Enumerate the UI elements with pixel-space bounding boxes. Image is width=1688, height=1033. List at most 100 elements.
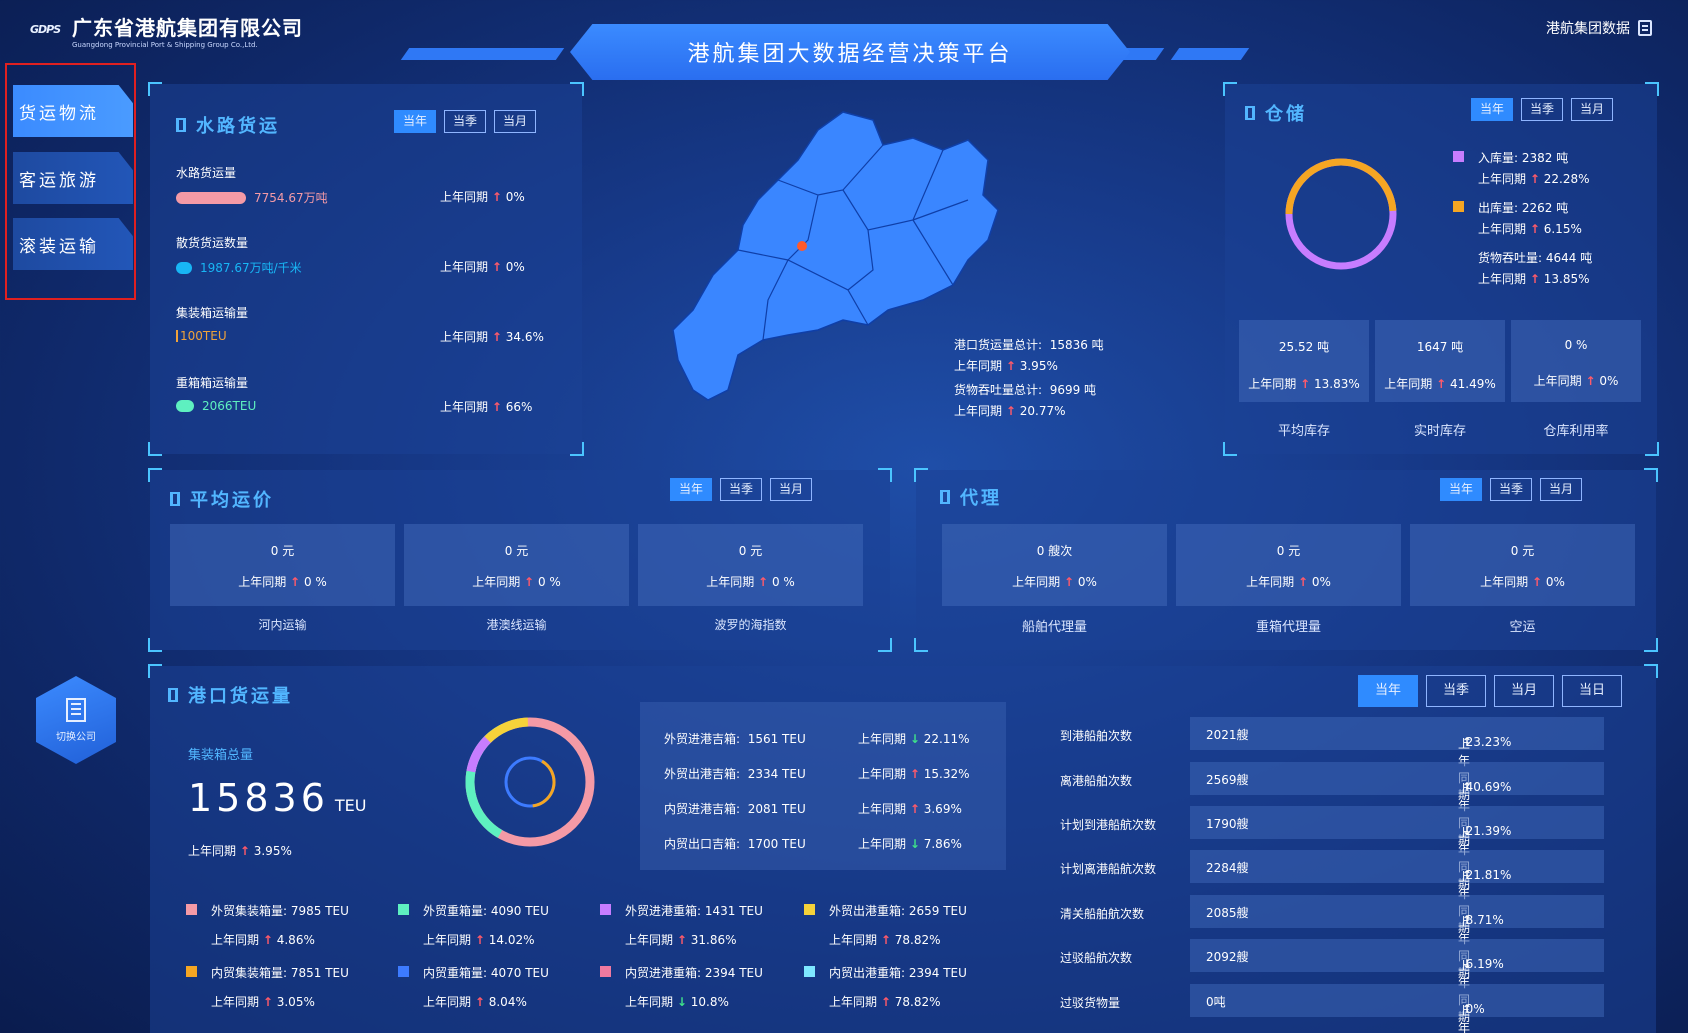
row-value: 7754.67万吨 <box>254 191 328 205</box>
nav-item-passenger[interactable]: 客运旅游 <box>13 152 133 204</box>
port-title: 港口货运量 <box>168 682 293 708</box>
metric-caption: 波罗的海指数 <box>714 618 787 632</box>
row-compare: 上年同期 ↑ 34.6% <box>440 330 544 344</box>
tab-year[interactable]: 当年 <box>1471 98 1513 121</box>
total-compare: 上年同期 ↑ 3.95% <box>188 844 292 858</box>
tab-year[interactable]: 当年 <box>394 110 436 133</box>
tab-month[interactable]: 当月 <box>1540 478 1582 501</box>
compare-label: 上年同期 <box>954 404 1003 418</box>
ship-row-label: 清关船舶航次数 <box>1060 907 1145 921</box>
metric-caption: 空运 <box>1509 620 1536 635</box>
nav-item-label: 货运物流 <box>19 103 99 124</box>
ship-row-label: 计划离港船航次数 <box>1060 862 1157 876</box>
panel-title-text: 仓储 <box>1265 104 1307 125</box>
storage-donut <box>1285 158 1397 270</box>
tab-month[interactable]: 当月 <box>1494 675 1554 707</box>
trade-compare: 上年同期 ↓ 22.11% <box>858 732 970 746</box>
metric-caption: 实时库存 <box>1413 424 1466 439</box>
metric-caption: 港澳线运输 <box>486 618 547 632</box>
trade-row: 内贸进港吉箱: 2081 TEU <box>664 802 806 816</box>
container-total-value: 15836 <box>188 776 329 820</box>
compare-label: 上年同期 <box>954 359 1003 373</box>
nav-item-roro[interactable]: 滚装运输 <box>13 218 133 270</box>
value-bar <box>176 261 192 274</box>
ship-row: 2021艘上年同期 ↑ 23.23% <box>1190 717 1604 802</box>
trade-compare: 上年同期 ↓ 7.86% <box>858 837 962 851</box>
building-icon <box>66 697 86 722</box>
water-row: 集装箱运输量 100TEU <box>176 304 248 343</box>
legend-item: 内贸重箱量: 4070 TEU 上年同期 ↑ 8.04% <box>398 964 549 1010</box>
avg-price-panel: 平均运价 当年 当季 当月 0 元 上年同期 ↑ 0 % 0 元 上年同期 ↑ … <box>148 468 892 652</box>
throughput-label: 货物吞吐量总计: <box>954 383 1043 397</box>
tab-season[interactable]: 当季 <box>1490 478 1532 501</box>
metric-box: 0 元 上年同期 ↑ 0 % <box>170 524 395 606</box>
guangzhou-marker[interactable] <box>797 241 807 251</box>
panel-title-text: 平均运价 <box>190 490 274 511</box>
metric-box: 1647 吨 上年同期 ↑ 41.49% <box>1375 320 1505 402</box>
panel-title-text: 港口货运量 <box>188 686 293 707</box>
value-bar <box>176 191 246 204</box>
port-donut <box>465 717 595 847</box>
logo-mark: GDPS <box>30 22 61 36</box>
nav-item-freight[interactable]: 货运物流 <box>13 85 133 137</box>
legend-item: 内贸进港重箱: 2394 TEU 上年同期 ↓ 10.8% <box>600 964 763 1010</box>
province-shape <box>672 111 999 401</box>
metric-caption: 重箱代理量 <box>1255 620 1321 635</box>
tab-year[interactable]: 当年 <box>1440 478 1482 501</box>
tab-day[interactable]: 当日 <box>1562 675 1622 707</box>
group-data-link[interactable]: 港航集团数据 <box>1546 18 1652 38</box>
metric-box: 0 元 上年同期 ↑ 0 % <box>404 524 629 606</box>
tab-month[interactable]: 当月 <box>494 110 536 133</box>
water-freight-panel: 水路货运 当年 当季 当月 水路货运量 7754.67万吨 上年同期 ↑ 0% … <box>148 82 584 456</box>
value-bar <box>176 400 194 412</box>
water-row: 水路货运量 7754.67万吨 <box>176 164 328 206</box>
ship-row: 2092艘上年同期 ↓ 6.19% <box>1190 939 1604 1024</box>
legend-swatch <box>1453 201 1464 212</box>
compare-value: 20.77% <box>1019 404 1066 418</box>
company-logo: GDPS 广东省港航集团有限公司 Guangdong Provincial Po… <box>30 12 303 49</box>
row-compare: 上年同期 ↑ 66% <box>440 400 533 414</box>
metric-caption: 仓库利用率 <box>1543 424 1609 439</box>
ship-row: 2284艘上年同期 ↑ 21.81% <box>1190 850 1604 935</box>
map-stats: 港口货运量总计: 15836 吨 上年同期 ↑ 3.95% 货物吞吐量总计: 9… <box>954 338 1104 418</box>
storage-panel: 仓储 当年 当季 当月 入库量: 2382 吨 上年同期 ↑ 22.28% 出库… <box>1223 82 1659 456</box>
title-icon <box>176 118 186 132</box>
metric-box: 0 % 上年同期 ↑ 0% <box>1511 320 1641 402</box>
ship-row-label: 到港船舶次数 <box>1060 729 1133 743</box>
panel-title-text: 代理 <box>960 488 1002 509</box>
tab-month[interactable]: 当月 <box>770 478 812 501</box>
ship-row: 2569艘上年同期 ↑ 40.69% <box>1190 762 1604 847</box>
header-decoration <box>475 48 565 60</box>
port-total-value: 15836 吨 <box>1049 338 1104 352</box>
ship-row-label: 过驳货物量 <box>1060 996 1121 1010</box>
title-icon <box>168 688 178 702</box>
tab-month[interactable]: 当月 <box>1571 98 1613 121</box>
water-row: 散货货运数量 1987.67万吨/千米 <box>176 234 302 276</box>
metric-box: 0 艘次 上年同期 ↑ 0% <box>942 524 1167 606</box>
company-name-en: Guangdong Provincial Port & Shipping Gro… <box>72 41 258 49</box>
water-freight-title: 水路货运 <box>176 112 280 138</box>
switch-company-label: 切换公司 <box>56 731 96 743</box>
switch-company-button[interactable]: 切换公司 <box>36 676 116 764</box>
row-value: 100TEU <box>180 329 227 343</box>
tab-season[interactable]: 当季 <box>1521 98 1563 121</box>
storage-stats: 入库量: 2382 吨 上年同期 ↑ 22.28% 出库量: 2262 吨 上年… <box>1453 148 1592 290</box>
header-decoration <box>1170 48 1250 60</box>
tab-year[interactable]: 当年 <box>670 478 712 501</box>
ship-row-label: 离港船舶次数 <box>1060 774 1133 788</box>
metric-caption: 船舶代理量 <box>1021 620 1087 635</box>
nav-item-label: 客运旅游 <box>19 170 99 191</box>
legend-item: 外贸出港重箱: 2659 TEU 上年同期 ↑ 78.82% <box>804 902 967 948</box>
row-label: 集装箱运输量 <box>176 306 249 320</box>
legend-item: 外贸进港重箱: 1431 TEU 上年同期 ↑ 31.86% <box>600 902 763 948</box>
trade-row: 外贸进港吉箱: 1561 TEU <box>664 732 806 746</box>
agency-panel: 代理 当年 当季 当月 0 艘次 上年同期 ↑ 0% 0 元 上年同期 ↑ 0%… <box>914 468 1658 652</box>
legend-item: 内贸集装箱量: 7851 TEU 上年同期 ↑ 3.05% <box>186 964 349 1010</box>
tab-season[interactable]: 当季 <box>720 478 762 501</box>
tab-year[interactable]: 当年 <box>1358 675 1418 707</box>
tab-season[interactable]: 当季 <box>444 110 486 133</box>
row-compare: 上年同期 ↑ 0% <box>440 190 525 204</box>
tab-season[interactable]: 当季 <box>1426 675 1486 707</box>
document-icon <box>1638 20 1652 36</box>
trade-row: 外贸出港吉箱: 2334 TEU <box>664 767 806 781</box>
